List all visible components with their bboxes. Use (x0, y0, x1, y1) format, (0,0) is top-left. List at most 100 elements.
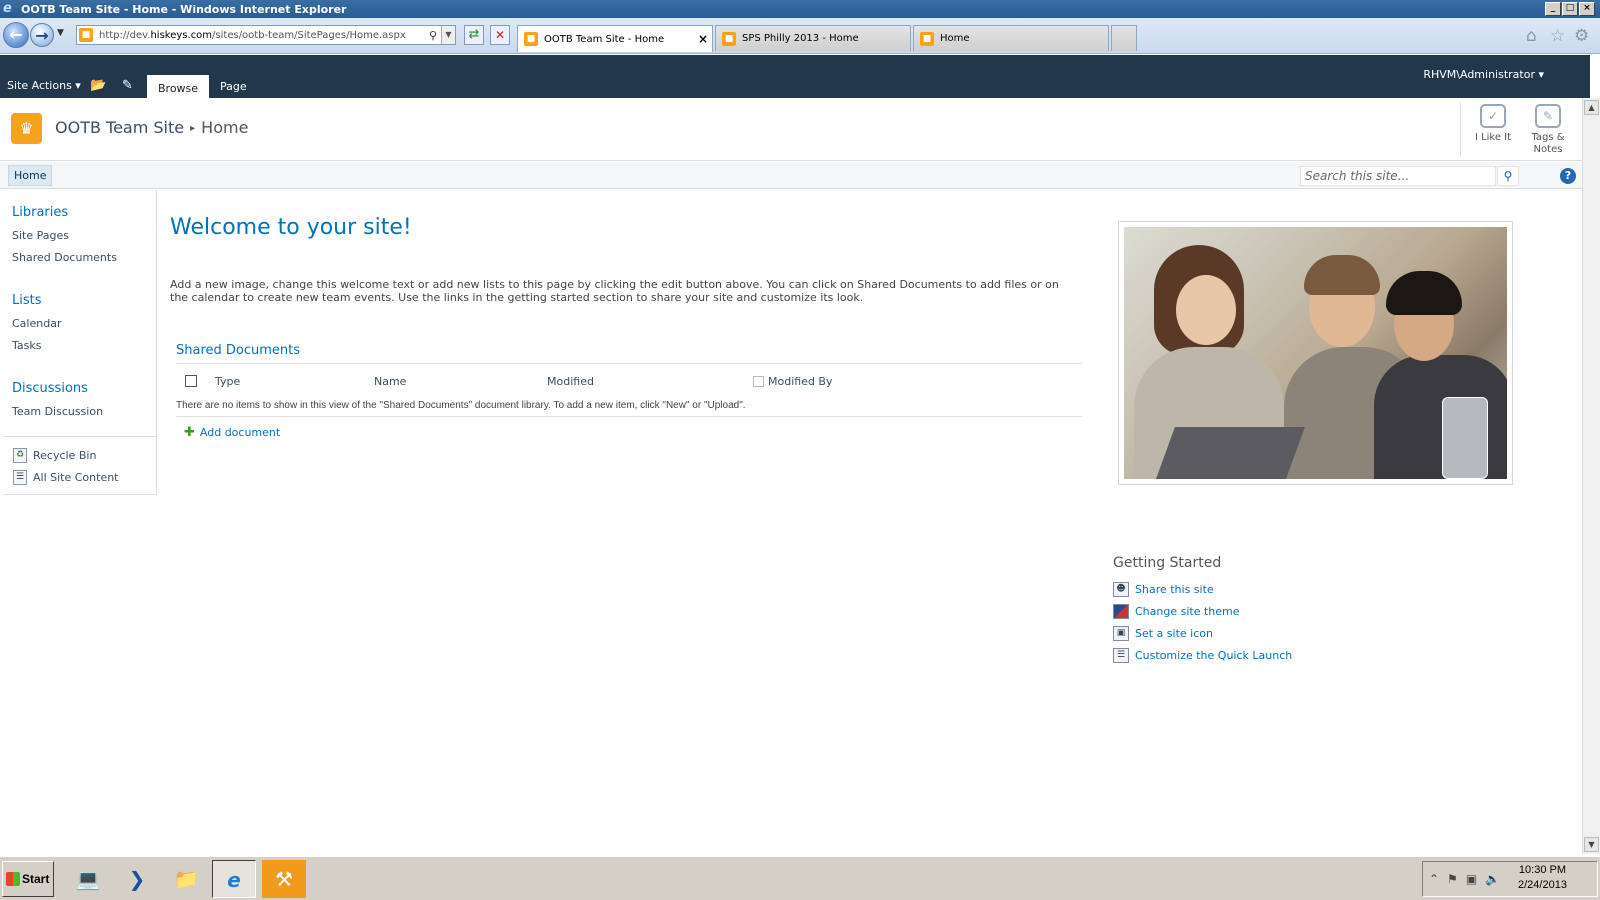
address-bar[interactable]: ■ http://dev.hiskeys.com/sites/ootb-team… (76, 25, 456, 45)
tab-page[interactable]: Page (209, 75, 258, 98)
share-this-site-link[interactable]: ☻ Share this site (1113, 582, 1214, 597)
address-dropdown-icon[interactable]: ▼ (441, 26, 455, 44)
quick-launch-tasks[interactable]: Tasks (12, 339, 41, 352)
search-input[interactable]: Search this site... (1300, 166, 1496, 186)
window-title-bar: e OOTB Team Site - Home - Windows Intern… (0, 0, 1600, 18)
url-text[interactable]: http://dev.hiskeys.com/sites/ootb-team/S… (99, 30, 425, 41)
site-icon-picture-icon: ▣ (1113, 626, 1129, 641)
add-document-link[interactable]: ✚ Add document (184, 425, 280, 440)
close-window-button[interactable]: × (1579, 2, 1595, 16)
quick-launch-libraries[interactable]: Libraries (12, 205, 68, 220)
like-tag-icon: ✓ (1480, 104, 1506, 128)
navigate-up-icon[interactable]: 📂 (90, 78, 106, 93)
quick-launch-all-site-content[interactable]: ☰ All Site Content (13, 470, 119, 485)
team-photo (1124, 227, 1507, 479)
breadcrumb-separator-icon: ▸ (190, 123, 196, 134)
system-tray: ⌃⚑▣🔈 (1422, 861, 1598, 897)
tab-sps-philly[interactable]: ■ SPS Philly 2013 - Home (715, 25, 911, 51)
new-tab-button[interactable] (1111, 25, 1137, 51)
user-menu[interactable]: RHVM\Administrator ▾ (1423, 68, 1544, 81)
tags-notes-button[interactable]: ✎ Tags & Notes (1520, 104, 1576, 156)
breadcrumb: OOTB Team Site ▸ Home (55, 118, 248, 137)
internet-explorer-icon[interactable]: e (212, 860, 256, 898)
quick-launch-divider (3, 436, 156, 437)
quick-launch-site-pages[interactable]: Site Pages (12, 229, 69, 242)
tab-label: OOTB Team Site - Home (544, 33, 665, 45)
vertical-scrollbar[interactable]: ▲ ▼ (1582, 98, 1600, 854)
share-this-site-label: Share this site (1135, 583, 1214, 596)
sharepoint-favicon-icon: ■ (722, 31, 736, 46)
i-like-it-button[interactable]: ✓ I Like It (1465, 104, 1521, 144)
tab-ootb-team-site[interactable]: ■ OOTB Team Site - Home × (517, 25, 713, 52)
system-clock[interactable]: 10:30 PM 2/24/2013 (1518, 863, 1567, 893)
social-divider (1460, 102, 1461, 156)
history-dropdown-icon[interactable]: ▼ (57, 28, 64, 38)
start-button[interactable]: Start (2, 861, 54, 897)
powershell-icon[interactable]: ❯ (115, 860, 159, 898)
library-divider (176, 363, 1082, 364)
window-title: OOTB Team Site - Home - Windows Internet… (21, 2, 347, 16)
home-icon[interactable]: ⌂ (1526, 26, 1537, 46)
quick-launch-recycle-bin[interactable]: ♻ Recycle Bin (13, 448, 96, 463)
search-icon[interactable]: ⚲ (425, 29, 441, 42)
column-name[interactable]: Name (374, 375, 406, 388)
tools-gear-icon[interactable]: ⚙ (1574, 26, 1589, 46)
set-site-icon-link[interactable]: ▣ Set a site icon (1113, 626, 1213, 641)
add-document-label: Add document (199, 426, 281, 439)
tools-app-icon[interactable]: ⚒ (262, 860, 306, 898)
site-theme-icon (1113, 604, 1129, 619)
window-controls: _ □ × (1545, 2, 1596, 16)
favorites-star-icon[interactable]: ☆ (1550, 26, 1565, 46)
top-nav-home[interactable]: Home (8, 165, 53, 186)
quick-launch-calendar[interactable]: Calendar (12, 317, 61, 330)
clock-date: 2/24/2013 (1518, 879, 1567, 891)
quick-launch-lists[interactable]: Lists (12, 293, 42, 308)
server-manager-icon[interactable]: 💻 (66, 860, 110, 898)
stop-button[interactable]: ✕ (490, 25, 510, 45)
site-logo-icon[interactable]: ♛ (11, 113, 42, 144)
welcome-heading: Welcome to your site! (170, 215, 412, 240)
maximize-button[interactable]: □ (1562, 2, 1578, 16)
change-site-theme-link[interactable]: Change site theme (1113, 604, 1240, 619)
back-button[interactable]: ← (3, 22, 29, 48)
site-actions-menu[interactable]: Site Actions ▾ (7, 79, 81, 92)
browser-tabs: ■ OOTB Team Site - Home × ■ SPS Philly 2… (517, 25, 1139, 52)
site-title-link[interactable]: OOTB Team Site (55, 118, 184, 137)
photo-shape (1176, 275, 1236, 345)
edit-page-icon[interactable]: ✎ (122, 78, 138, 93)
customize-quick-launch-icon: ☰ (1113, 648, 1129, 663)
shared-documents-title[interactable]: Shared Documents (176, 343, 300, 358)
photo-shape (1386, 271, 1462, 315)
minimize-button[interactable]: _ (1545, 2, 1561, 16)
select-all-checkbox[interactable] (185, 375, 197, 387)
tab-browse[interactable]: Browse (147, 75, 210, 98)
clock-time: 10:30 PM (1518, 864, 1567, 876)
column-modified[interactable]: Modified (547, 375, 594, 388)
site-favicon-icon: ■ (79, 28, 93, 42)
forward-button[interactable]: → (30, 23, 54, 47)
photo-shape (1442, 397, 1488, 479)
column-modified-by[interactable]: Modified By (768, 375, 833, 388)
scroll-down-icon[interactable]: ▼ (1584, 837, 1599, 852)
all-site-content-label: All Site Content (33, 471, 119, 484)
sharepoint-favicon-icon: ■ (920, 31, 934, 46)
welcome-text: Add a new image, change this welcome tex… (170, 278, 1059, 304)
tray-icons[interactable]: ⌃⚑▣🔈 (1429, 872, 1508, 886)
tab-home[interactable]: ■ Home (913, 25, 1109, 51)
explorer-folder-icon[interactable]: 📁 (164, 860, 208, 898)
close-tab-icon[interactable]: × (698, 32, 712, 46)
customize-quick-launch-link[interactable]: ☰ Customize the Quick Launch (1113, 648, 1292, 663)
search-button-icon[interactable]: ⚲ (1497, 166, 1519, 186)
tags-notes-label: Tags & Notes (1531, 132, 1565, 155)
help-icon[interactable]: ? (1560, 168, 1576, 184)
column-checkbox[interactable] (753, 376, 764, 387)
windows-taskbar: Start 💻 ❯ 📁 e ⚒ ⌃⚑▣🔈 10:30 PM 2/24/2013 (0, 856, 1600, 900)
sharepoint-favicon-icon: ■ (524, 32, 538, 46)
quick-launch-shared-documents[interactable]: Shared Documents (12, 251, 117, 264)
refresh-button[interactable]: ⇄ (464, 25, 484, 45)
top-navigation: Home Search this site... ⚲ ? (0, 162, 1582, 189)
quick-launch-discussions[interactable]: Discussions (12, 381, 88, 396)
quick-launch-team-discussion[interactable]: Team Discussion (12, 405, 103, 418)
column-type[interactable]: Type (215, 375, 240, 388)
scroll-up-icon[interactable]: ▲ (1584, 100, 1599, 115)
